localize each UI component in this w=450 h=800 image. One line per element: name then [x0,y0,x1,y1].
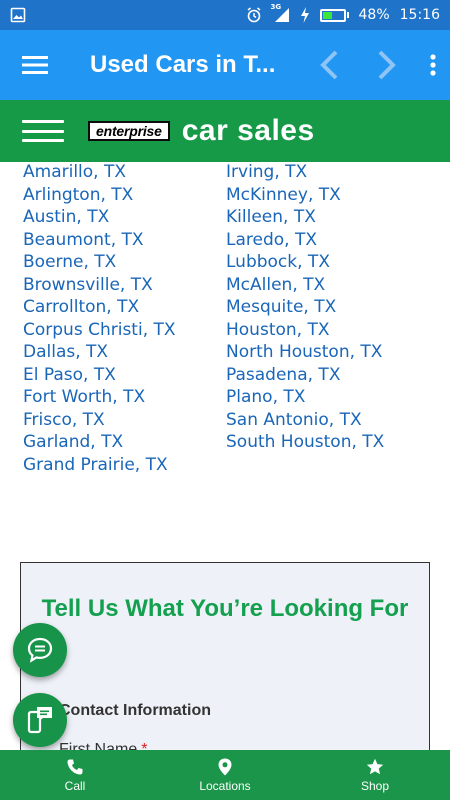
city-link[interactable]: El Paso, TX [23,364,176,387]
nav-locations-label: Locations [199,778,251,793]
city-link[interactable]: Grand Prairie, TX [23,454,176,477]
nav-call[interactable]: Call [0,750,150,800]
sms-button[interactable] [13,693,67,747]
city-link[interactable]: Beaumont, TX [23,229,176,252]
city-link[interactable]: Houston, TX [226,319,384,342]
star-icon [366,758,384,774]
city-link[interactable]: Carrollton, TX [23,296,176,319]
more-vert-icon [430,54,436,76]
city-link[interactable]: Killeen, TX [226,206,384,229]
city-link[interactable]: McAllen, TX [226,274,384,297]
form-heading: Tell Us What You’re Looking For [41,595,409,622]
nav-call-label: Call [64,778,86,793]
city-column-right: Irving, TX McKinney, TX Killeen, TX Laredo,… [226,162,384,454]
battery-percent: 48% [358,7,390,23]
forward-button[interactable] [358,30,416,100]
city-list: Amarillo, TX Arlington, TX Austin, TX Beaum… [0,162,450,482]
city-link[interactable]: Austin, TX [23,206,176,229]
city-link[interactable]: Garland, TX [23,431,176,454]
city-link[interactable]: McKinney, TX [226,184,384,207]
nav-locations[interactable]: Locations [150,750,300,800]
city-link[interactable]: Irving, TX [226,162,384,184]
enterprise-logo[interactable]: enterprise [88,121,170,141]
more-options-button[interactable] [416,30,450,100]
back-button[interactable] [300,30,358,100]
contact-info-heading: Contact Information [59,702,211,719]
chat-icon [27,637,53,663]
menu-button[interactable] [0,30,70,100]
logo-text: car sales [181,114,315,147]
page-title: Used Cars in T... [90,51,276,78]
city-link[interactable]: Corpus Christi, TX [23,319,176,342]
battery-icon [319,8,349,22]
city-link[interactable]: Pasadena, TX [226,364,384,387]
menu-icon [22,56,48,74]
city-link[interactable]: San Antonio, TX [226,409,384,432]
back-arrow-icon [320,50,338,80]
city-column-left: Amarillo, TX Arlington, TX Austin, TX Beaum… [23,162,176,476]
city-link[interactable]: Amarillo, TX [23,162,176,184]
city-link[interactable]: Arlington, TX [23,184,176,207]
site-menu-icon[interactable] [22,120,64,142]
gallery-notification-icon [10,7,26,23]
nav-shop-label: Shop [360,778,390,793]
site-header: enterprise car sales [0,100,450,162]
nav-shop[interactable]: Shop [300,750,450,800]
forward-arrow-icon [378,50,396,80]
city-link[interactable]: Mesquite, TX [226,296,384,319]
signal-icon: 3G [271,3,290,23]
alarm-icon [246,7,262,23]
bottom-nav: Call Locations Shop [0,750,450,800]
city-link[interactable]: Frisco, TX [23,409,176,432]
status-bar: 3G 48% 15:16 [0,0,450,30]
city-link[interactable]: South Houston, TX [226,431,384,454]
city-link[interactable]: Laredo, TX [226,229,384,252]
city-link[interactable]: Brownsville, TX [23,274,176,297]
city-link[interactable]: Fort Worth, TX [23,386,176,409]
app-bar: Used Cars in T... [0,30,450,100]
city-link[interactable]: Lubbock, TX [226,251,384,274]
city-link[interactable]: North Houston, TX [226,341,384,364]
network-type: 3G [270,3,282,11]
city-link[interactable]: Boerne, TX [23,251,176,274]
phone-icon [67,759,83,774]
city-link[interactable]: Plano, TX [226,386,384,409]
charging-icon [300,7,310,23]
chat-button[interactable] [13,623,67,677]
city-link[interactable]: Dallas, TX [23,341,176,364]
clock: 15:16 [399,7,440,23]
screen: 3G 48% 15:16 Used Cars in T... enterpris… [0,0,450,800]
battery-level-fill [322,11,333,19]
sms-phone-icon [27,707,52,734]
logo-badge-text: enterprise [96,123,162,139]
location-pin-icon [218,758,232,775]
